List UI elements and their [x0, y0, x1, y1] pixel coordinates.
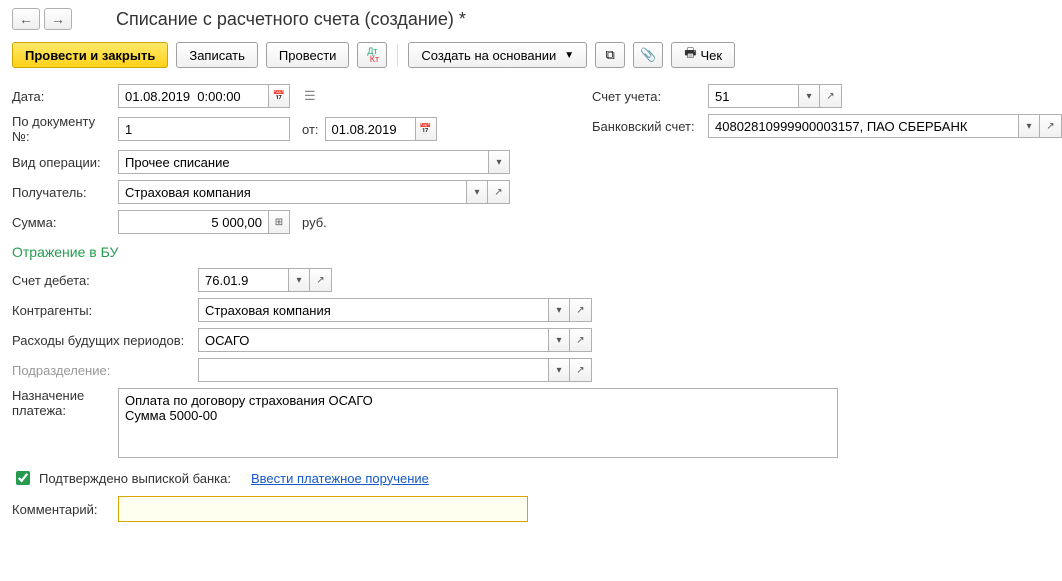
date-input-group: 📅 [118, 84, 290, 108]
debit-group: ▾ ↗ [198, 268, 332, 292]
open-icon[interactable]: ↗ [570, 298, 592, 322]
recipient-label: Получатель: [12, 185, 112, 200]
dropdown-icon[interactable]: ▾ [548, 298, 570, 322]
calendar-icon[interactable]: 📅 [415, 117, 437, 141]
account-label: Счет учета: [592, 89, 702, 104]
calendar-icon[interactable]: 📅 [268, 84, 290, 108]
comment-input[interactable] [118, 496, 528, 522]
recipient-group: ▾ ↗ [118, 180, 510, 204]
bankacc-input[interactable] [708, 114, 1018, 138]
open-icon[interactable]: ↗ [820, 84, 842, 108]
toolbar-separator [397, 44, 398, 66]
from-label: от: [302, 122, 319, 137]
contragent-label: Контрагенты: [12, 303, 192, 318]
nav-forward-button[interactable]: → [44, 8, 72, 30]
account-group: ▾ ↗ [708, 84, 842, 108]
currency-label: руб. [302, 215, 327, 230]
open-icon[interactable]: ↗ [570, 358, 592, 382]
cheque-label: Чек [700, 48, 722, 63]
debit-label: Счет дебета: [12, 273, 192, 288]
post-button[interactable]: Провести [266, 42, 350, 68]
save-button[interactable]: Записать [176, 42, 258, 68]
purpose-label: Назначение платежа: [12, 388, 112, 418]
subdiv-group: ▾ ↗ [198, 358, 592, 382]
comment-label: Комментарий: [12, 502, 112, 517]
debit-input[interactable] [198, 268, 288, 292]
structure-icon: ⧉ [606, 47, 615, 63]
open-icon[interactable]: ↗ [488, 180, 510, 204]
toolbar: Провести и закрыть Записать Провести ДтК… [12, 42, 1050, 68]
account-input[interactable] [708, 84, 798, 108]
dt-kt-icon: ДтКт [366, 47, 379, 63]
dropdown-icon[interactable]: ▾ [1018, 114, 1040, 138]
confirmed-checkbox[interactable] [16, 471, 30, 485]
docnum-input[interactable] [118, 117, 290, 141]
bankacc-label: Банковский счет: [592, 119, 702, 134]
rbp-input[interactable] [198, 328, 548, 352]
sum-group: ⊞ [118, 210, 290, 234]
rbp-group: ▾ ↗ [198, 328, 592, 352]
enter-payment-order-link[interactable]: Ввести платежное поручение [251, 471, 429, 486]
dropdown-icon[interactable]: ▾ [288, 268, 310, 292]
optype-label: Вид операции: [12, 155, 112, 170]
bankacc-group: ▾ ↗ [708, 114, 1062, 138]
confirmed-label: Подтверждено выпиской банка: [39, 471, 231, 486]
chevron-down-icon: ▼ [564, 50, 574, 61]
dropdown-icon[interactable]: ▾ [548, 358, 570, 382]
create-based-on-button[interactable]: Создать на основании ▼ [408, 42, 587, 68]
nav-back-button[interactable]: ← [12, 8, 40, 30]
docnum-label: По документу №: [12, 114, 112, 144]
open-icon[interactable]: ↗ [570, 328, 592, 352]
from-date-input[interactable] [325, 117, 415, 141]
open-icon[interactable]: ↗ [1040, 114, 1062, 138]
post-and-close-button[interactable]: Провести и закрыть [12, 42, 168, 68]
subdiv-label: Подразделение: [12, 363, 192, 378]
paperclip-icon: 📎 [640, 47, 656, 63]
calculator-icon[interactable]: ⊞ [268, 210, 290, 234]
printer-icon: 🖶 [684, 44, 696, 66]
create-based-label: Создать на основании [421, 48, 556, 63]
dt-kt-button[interactable]: ДтКт [357, 42, 387, 68]
dropdown-icon[interactable]: ▾ [548, 328, 570, 352]
bu-section-title: Отражение в БУ [12, 244, 1050, 260]
contragent-input[interactable] [198, 298, 548, 322]
structure-button[interactable]: ⧉ [595, 42, 625, 68]
recipient-input[interactable] [118, 180, 466, 204]
purpose-textarea[interactable] [118, 388, 838, 458]
contragent-group: ▾ ↗ [198, 298, 592, 322]
date-label: Дата: [12, 89, 112, 104]
dropdown-icon[interactable]: ▾ [798, 84, 820, 108]
subdiv-input[interactable] [198, 358, 548, 382]
date-input[interactable] [118, 84, 268, 108]
open-icon[interactable]: ↗ [310, 268, 332, 292]
sum-label: Сумма: [12, 215, 112, 230]
from-date-group: 📅 [325, 117, 437, 141]
rbp-label: Расходы будущих периодов: [12, 333, 192, 348]
dropdown-icon[interactable]: ▾ [488, 150, 510, 174]
cheque-button[interactable]: 🖶 Чек [671, 42, 735, 68]
optype-group: ▾ [118, 150, 510, 174]
list-icon[interactable]: ☰ [304, 88, 316, 104]
dropdown-icon[interactable]: ▾ [466, 180, 488, 204]
attach-button[interactable]: 📎 [633, 42, 663, 68]
sum-input[interactable] [118, 210, 268, 234]
page-title: Списание с расчетного счета (создание) * [116, 9, 466, 30]
optype-input[interactable] [118, 150, 488, 174]
